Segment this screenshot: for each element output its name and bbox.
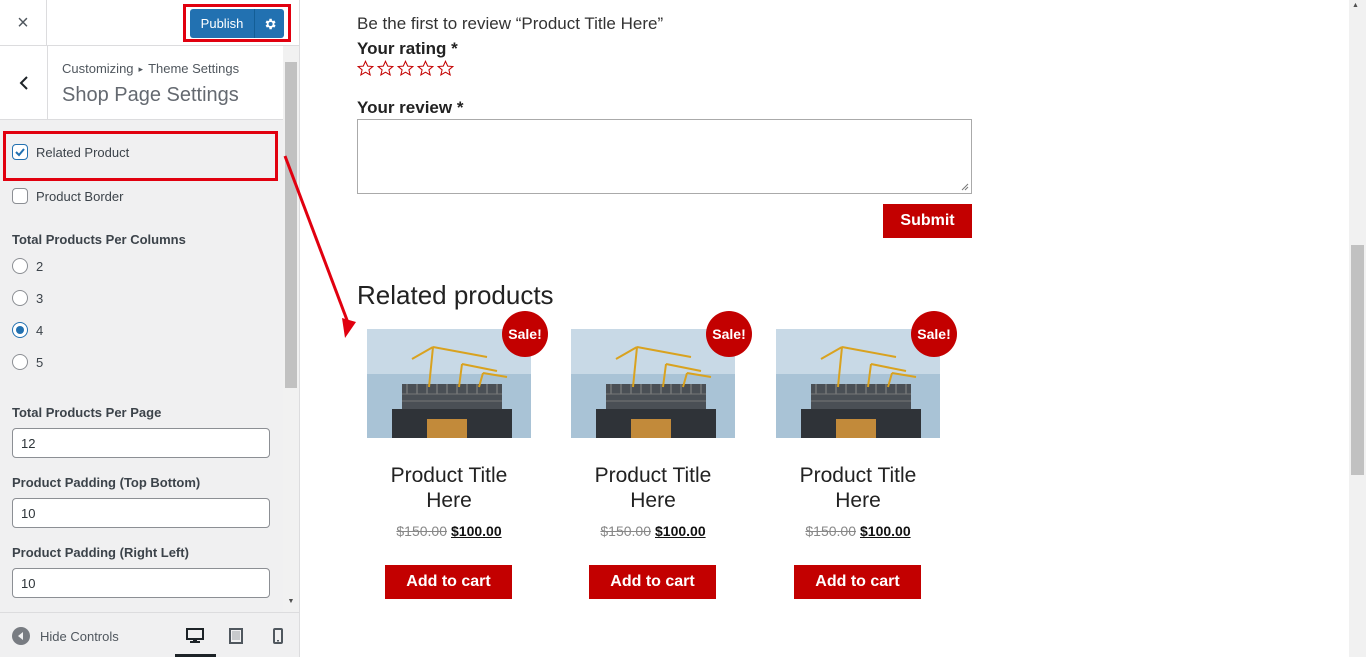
checkmark-icon (15, 148, 25, 157)
radio-button[interactable] (12, 354, 28, 370)
columns-label: Total Products Per Columns (12, 232, 186, 247)
radio-label: 4 (36, 322, 44, 338)
tablet-icon (229, 628, 243, 644)
star-outline-icon[interactable] (417, 60, 434, 77)
product-card: Sale! Product Title Here $150.00 $100.00 … (570, 311, 752, 608)
publish-button[interactable]: Publish (190, 9, 254, 38)
controls-list: Related Product Product Border Total Pro… (0, 120, 283, 612)
hide-controls-button[interactable]: Hide Controls (12, 627, 119, 645)
resize-grip-icon[interactable] (961, 183, 969, 191)
customizer-header: × Publish (0, 0, 299, 46)
preview-scrollbar-thumb[interactable] (1351, 245, 1364, 475)
back-button[interactable] (0, 46, 48, 119)
star-outline-icon[interactable] (437, 60, 454, 77)
old-price: $150.00 (396, 523, 447, 539)
review-lead-text: Be the first to review “Product Title He… (357, 14, 664, 33)
columns-option-2[interactable]: 2 (12, 258, 43, 274)
old-price: $150.00 (805, 523, 856, 539)
tablet-preview-button[interactable] (224, 624, 248, 648)
preview-frame: Be the first to review “Product Title He… (300, 0, 1349, 657)
review-textarea[interactable] (357, 119, 972, 194)
close-icon: × (17, 11, 29, 34)
product-price: $150.00 $100.00 (775, 523, 941, 539)
mobile-icon (273, 628, 283, 644)
add-to-cart-button[interactable]: Add to cart (794, 565, 921, 599)
product-border-checkbox-row[interactable]: Product Border (12, 188, 123, 204)
add-to-cart-button[interactable]: Add to cart (385, 565, 512, 599)
customizer-panel: × Publish Customizing ▸ Theme Settings S… (0, 0, 300, 657)
related-products-heading: Related products (357, 280, 554, 310)
submit-button[interactable]: Submit (883, 204, 972, 238)
section-header: Customizing ▸ Theme Settings Shop Page Set… (0, 46, 283, 120)
product-border-label: Product Border (36, 188, 124, 204)
radio-button[interactable] (12, 258, 28, 274)
sale-badge: Sale! (502, 311, 548, 357)
columns-option-5[interactable]: 5 (12, 354, 43, 370)
rating-label: Your rating * (357, 39, 458, 58)
star-outline-icon[interactable] (397, 60, 414, 77)
product-card: Sale! Product Title Here $150.00 $100.00 … (775, 311, 957, 608)
desktop-icon (186, 628, 204, 643)
old-price: $150.00 (600, 523, 651, 539)
related-product-checkbox[interactable] (12, 144, 28, 160)
add-to-cart-button[interactable]: Add to cart (589, 565, 716, 599)
radio-label: 5 (36, 354, 44, 370)
columns-option-4[interactable]: 4 (12, 322, 43, 338)
radio-button[interactable] (12, 290, 28, 306)
chevron-left-icon (19, 75, 28, 90)
product-title[interactable]: Product Title Here (775, 463, 941, 513)
radio-button-selected[interactable] (12, 322, 28, 338)
product-price: $150.00 $100.00 (366, 523, 532, 539)
per-page-input[interactable]: 12 (12, 428, 270, 458)
star-outline-icon[interactable] (377, 60, 394, 77)
customizer-window: × Publish Customizing ▸ Theme Settings S… (0, 0, 1366, 657)
desktop-preview-button[interactable] (183, 624, 207, 648)
radio-label: 2 (36, 258, 44, 274)
padding-top-bottom-label: Product Padding (Top Bottom) (12, 475, 201, 490)
product-price: $150.00 $100.00 (570, 523, 736, 539)
sale-badge: Sale! (706, 311, 752, 357)
sale-price: $100.00 (451, 523, 502, 539)
scroll-up-icon[interactable]: ▲ (1352, 2, 1359, 9)
review-label: Your review * (357, 98, 464, 117)
per-page-label: Total Products Per Page (12, 405, 162, 420)
product-card: Sale! Product Title Here $150.00 $100.00 … (366, 311, 548, 608)
mobile-preview-button[interactable] (266, 624, 290, 648)
scroll-down-icon[interactable]: ▼ (286, 598, 296, 608)
sale-price: $100.00 (655, 523, 706, 539)
radio-label: 3 (36, 290, 44, 306)
publish-settings-button[interactable] (254, 9, 284, 38)
breadcrumb-root: Customizing (62, 61, 134, 76)
sale-price: $100.00 (860, 523, 911, 539)
related-product-checkbox-row[interactable]: Related Product (12, 144, 129, 160)
product-title[interactable]: Product Title Here (366, 463, 532, 513)
breadcrumb-separator: ▸ (138, 64, 144, 74)
breadcrumb: Customizing ▸ Theme Settings (62, 61, 239, 76)
product-border-checkbox[interactable] (12, 188, 28, 204)
sale-badge: Sale! (911, 311, 957, 357)
close-button[interactable]: × (0, 0, 47, 46)
related-product-label: Related Product (36, 144, 130, 160)
product-title[interactable]: Product Title Here (570, 463, 736, 513)
hide-controls-label: Hide Controls (40, 628, 119, 644)
padding-top-bottom-input[interactable]: 10 (12, 498, 270, 528)
section-title: Shop Page Settings (62, 84, 239, 106)
publish-button-group: Publish (190, 9, 284, 38)
padding-right-left-label: Product Padding (Right Left) (12, 545, 189, 560)
columns-option-3[interactable]: 3 (12, 290, 43, 306)
padding-right-left-input[interactable]: 10 (12, 568, 270, 598)
gear-icon (265, 18, 276, 29)
star-outline-icon[interactable] (357, 60, 374, 77)
panel-scrollbar-thumb[interactable] (285, 62, 297, 388)
rating-stars (357, 60, 454, 77)
breadcrumb-parent: Theme Settings (148, 61, 240, 76)
arrow-left-circle-icon (12, 627, 30, 645)
customizer-footer: Hide Controls (0, 612, 299, 657)
